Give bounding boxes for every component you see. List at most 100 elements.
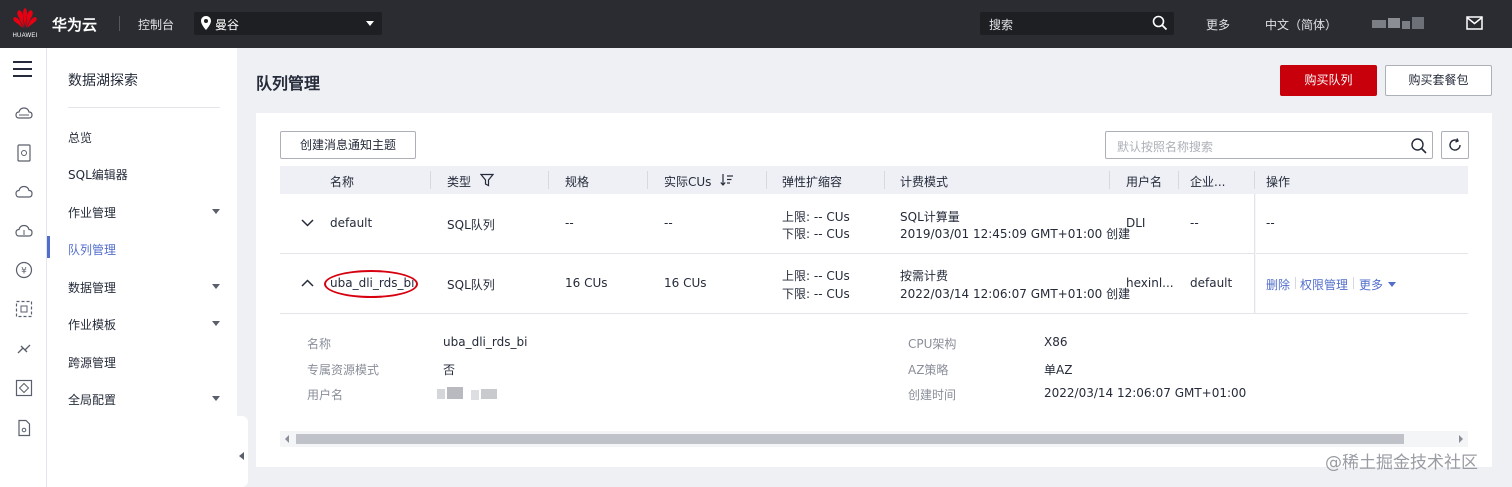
queue-enterprise: -- (1190, 216, 1199, 230)
cloud-icon[interactable] (15, 183, 33, 201)
scale-upper: 上限: -- CUs (782, 210, 850, 224)
topbar-divider (119, 16, 120, 31)
buy-queue-button[interactable]: 购买队列 (1280, 65, 1377, 96)
col-divider (647, 171, 648, 189)
permission-link[interactable]: 权限管理 (1300, 276, 1348, 293)
create-topic-button[interactable]: 创建消息通知主题 (280, 131, 416, 159)
logo-text: HUAWEI (12, 33, 38, 39)
chevron-down-icon (366, 21, 374, 26)
col-elastic-scaling[interactable]: 弹性扩缩容 (782, 173, 842, 190)
nav-item-sql-editor[interactable]: SQL编辑器 (68, 166, 128, 183)
queue-user: hexinl... (1126, 276, 1174, 290)
detail-az-label: AZ策略 (908, 363, 949, 377)
col-divider (884, 171, 885, 189)
row-divider (280, 313, 1468, 314)
billing-mode: 按需计费 (900, 269, 949, 283)
chevron-down-icon[interactable] (212, 321, 220, 326)
active-indicator (47, 236, 50, 258)
queue-search-input[interactable]: 默认按照名称搜索 (1105, 131, 1433, 159)
cloud-upload-icon[interactable] (15, 222, 33, 240)
detail-user-label: 用户名 (307, 388, 344, 402)
brand-name[interactable]: 华为云 (52, 14, 97, 35)
console-link[interactable]: 控制台 (138, 16, 174, 33)
location-pin-icon (201, 16, 211, 30)
chevron-down-icon[interactable] (301, 219, 314, 227)
huawei-logo[interactable]: HUAWEI (8, 6, 42, 42)
nav-item-job-templates[interactable]: 作业模板 (68, 316, 116, 333)
queue-spec: 16 CUs (565, 276, 608, 290)
region-name: 曼谷 (215, 18, 240, 32)
collapse-nav-button[interactable] (237, 416, 248, 487)
queue-actual-cus: -- (664, 216, 673, 230)
storage-icon[interactable] (15, 144, 33, 162)
highlight-circle-annotation (324, 270, 418, 298)
sort-icon[interactable] (720, 173, 734, 187)
language-selector[interactable]: 中文（简体） (1265, 16, 1337, 33)
op-divider (1295, 277, 1296, 289)
global-search[interactable]: 搜索 (980, 12, 1174, 35)
table-header: 名称 类型 规格 实际CUs 弹性扩缩容 计费模式 用户名 企业... 操作 (280, 166, 1468, 194)
col-divider (1109, 171, 1110, 189)
buy-package-button[interactable]: 购买套餐包 (1385, 65, 1492, 96)
detail-name-value: uba_dli_rds_bi (443, 335, 528, 349)
col-enterprise[interactable]: 企业... (1190, 173, 1225, 190)
col-divider (1178, 171, 1179, 189)
chevron-left-icon (239, 452, 244, 460)
col-billing-mode[interactable]: 计费模式 (900, 173, 948, 190)
queue-name: default (330, 216, 373, 230)
search-icon[interactable] (1152, 15, 1168, 31)
menu-icon[interactable] (13, 61, 32, 77)
billing-created: 2022/03/14 12:06:07 GMT+01:00 创建 (900, 287, 1131, 301)
scrollbar-thumb[interactable] (296, 434, 1404, 444)
chevron-down-icon[interactable] (1388, 282, 1396, 287)
nav-item-overview[interactable]: 总览 (68, 129, 92, 146)
chevron-down-icon[interactable] (212, 284, 220, 289)
chevron-up-icon[interactable] (301, 279, 314, 287)
nav-item-global-config[interactable]: 全局配置 (68, 391, 116, 408)
service-title: 数据湖探索 (68, 73, 138, 89)
chevron-down-icon[interactable] (212, 209, 220, 214)
col-spec[interactable]: 规格 (565, 173, 589, 190)
mail-icon[interactable] (1466, 16, 1483, 30)
refresh-icon (1449, 138, 1461, 151)
scan-icon[interactable] (15, 300, 33, 318)
queue-operations: -- (1266, 216, 1275, 230)
username-blurred[interactable] (1372, 17, 1424, 31)
filter-icon[interactable] (480, 173, 494, 187)
col-actual-cus[interactable]: 实际CUs (664, 173, 711, 190)
col-username[interactable]: 用户名 (1126, 173, 1162, 190)
scroll-left-icon[interactable] (285, 435, 289, 443)
detail-dedicated-value: 否 (443, 363, 456, 377)
link-icon[interactable] (15, 340, 33, 358)
detail-created-value: 2022/03/14 12:06:07 GMT+01:00 (1044, 386, 1247, 400)
nav-item-queue-management[interactable]: 队列管理 (68, 241, 116, 258)
scale-lower: 下限: -- CUs (782, 287, 850, 301)
chevron-down-icon[interactable] (212, 396, 220, 401)
nav-divider (68, 107, 220, 108)
billing-icon[interactable]: ¥ (15, 261, 33, 279)
nav-item-data-management[interactable]: 数据管理 (68, 279, 116, 296)
diamond-box-icon[interactable] (15, 379, 33, 397)
col-name[interactable]: 名称 (330, 173, 354, 190)
scroll-right-icon[interactable] (1459, 435, 1463, 443)
delete-link[interactable]: 删除 (1266, 276, 1290, 293)
document-icon[interactable] (15, 419, 33, 437)
scale-lower: 下限: -- CUs (782, 227, 850, 241)
nav-item-job-management[interactable]: 作业管理 (68, 204, 116, 221)
top-bar: HUAWEI 华为云 控制台 曼谷 搜索 更多 中文（简体） (0, 0, 1512, 48)
more-menu[interactable]: 更多 (1206, 16, 1230, 33)
op-divider (1353, 277, 1354, 289)
col-type[interactable]: 类型 (447, 173, 471, 190)
region-selector[interactable]: 曼谷 (194, 12, 382, 35)
more-link[interactable]: 更多 (1359, 276, 1383, 293)
queue-type: SQL队列 (447, 218, 495, 232)
horizontal-scrollbar[interactable] (280, 431, 1468, 447)
refresh-button[interactable] (1441, 131, 1469, 159)
detail-cpu-value: X86 (1044, 335, 1068, 349)
cloud-server-icon[interactable] (15, 105, 33, 123)
watermark: @稀土掘金技术社区 (1325, 453, 1478, 473)
nav-item-datasource-connections[interactable]: 跨源管理 (68, 354, 116, 371)
search-placeholder: 默认按照名称搜索 (1117, 140, 1214, 154)
search-icon[interactable] (1410, 137, 1428, 155)
row-divider (280, 253, 1468, 254)
